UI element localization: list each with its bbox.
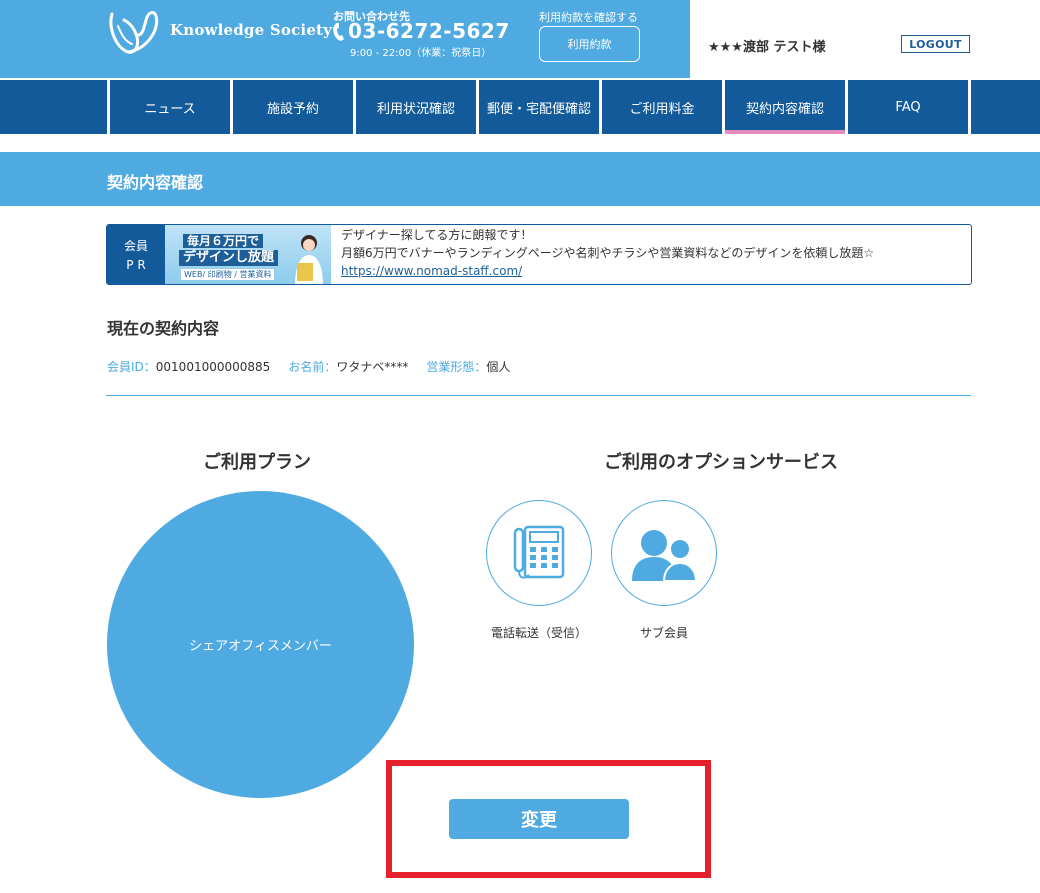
logo-icon[interactable] [106,8,164,56]
nav-item-news[interactable]: ニュース [110,80,230,134]
page-title: 契約内容確認 [107,173,204,192]
person-illustration-icon [295,235,323,284]
pr-link[interactable]: https://www.nomad-staff.com/ [341,262,874,280]
options-title: ご利用のオプションサービス [604,452,838,473]
nav-item-contract[interactable]: 契約内容確認 [725,80,845,134]
option-phone-forwarding: 電話転送（受信） [486,500,592,641]
pr-banner-image[interactable]: 毎月６万円で デザインし放題 WEB/ 印刷物 / 営業資料 [165,225,331,284]
pr-text: デザイナー探してる方に朗報です！ 月額6万円でバナーやランディングページや名刺や… [341,226,874,280]
nav-spacer-left [0,80,107,134]
sub-member-icon [632,530,698,582]
pr-label: 会員 P R [107,225,165,284]
business-type-value: 個人 [486,360,511,374]
brand-name: Knowledge Society [170,21,333,39]
member-info: 会員ID：001001000000885 お名前：ワタナベ**** 営業形態：個人 [107,358,510,375]
header-brand-area: Knowledge Society お問い合わせ先 03-6272-5627 9… [0,0,690,78]
name-value: ワタナベ**** [336,360,409,374]
option-ring [611,500,717,606]
contract-section-title: 現在の契約内容 [107,319,220,338]
contact-phone[interactable]: 03-6272-5627 [348,19,510,43]
plan-title: ご利用プラン [203,452,311,473]
pr-banner-line3: WEB/ 印刷物 / 営業資料 [181,269,275,280]
pr-banner-line1: 毎月６万円で [183,234,264,248]
header: Knowledge Society お問い合わせ先 03-6272-5627 9… [0,0,1040,78]
pr-label-line2: P R [126,257,146,272]
terms-button[interactable]: 利用約款 [539,26,640,62]
pr-text-line2: 月額6万円でバナーやランディングページや名刺やチラシや営業資料などのデザインを依… [341,246,875,260]
nav-spacer-right [971,80,1040,134]
change-button[interactable]: 変更 [449,799,629,839]
member-id-label: 会員ID： [107,360,156,374]
phone-icon [333,23,344,41]
phone-icon [513,525,565,579]
main-nav: ニュース 施設予約 利用状況確認 郵便・宅配便確認 ご利用料金 契約内容確認 F… [0,78,1040,134]
nav-item-mail-check[interactable]: 郵便・宅配便確認 [479,80,599,134]
pr-label-line1: 会員 [123,238,148,253]
nav-item-fees[interactable]: ご利用料金 [602,80,722,134]
option-label: 電話転送（受信） [490,626,587,640]
pr-banner-line2: デザインし放題 [179,250,279,266]
nav-item-facility-booking[interactable]: 施設予約 [233,80,353,134]
nav-item-usage-status[interactable]: 利用状況確認 [356,80,476,134]
user-name: ★★★渡部 テスト様 [708,40,826,55]
plan-name: シェアオフィスメンバー [189,639,332,654]
name-label: お名前： [288,360,337,374]
terms-label: 利用約款を確認する [539,11,638,24]
member-id-value: 001001000000885 [155,360,271,374]
business-type-label: 営業形態： [426,360,487,374]
pr-banner-box: 会員 P R 毎月６万円で デザインし放題 WEB/ 印刷物 / 営業資料 デザ… [106,224,972,285]
plan-circle: シェアオフィスメンバー [107,491,414,798]
logout-button[interactable]: LOGOUT [901,35,970,53]
contact-hours: 9:00 - 22:00（休業：祝祭日） [350,48,492,59]
option-ring [486,500,592,606]
page-title-bar: 契約内容確認 [0,152,1040,206]
divider [106,395,971,396]
pr-text-line1: デザイナー探してる方に朗報です！ [341,228,533,242]
nav-item-faq[interactable]: FAQ [848,80,968,134]
option-sub-member: サブ会員 [611,500,717,641]
option-label: サブ会員 [639,626,688,640]
